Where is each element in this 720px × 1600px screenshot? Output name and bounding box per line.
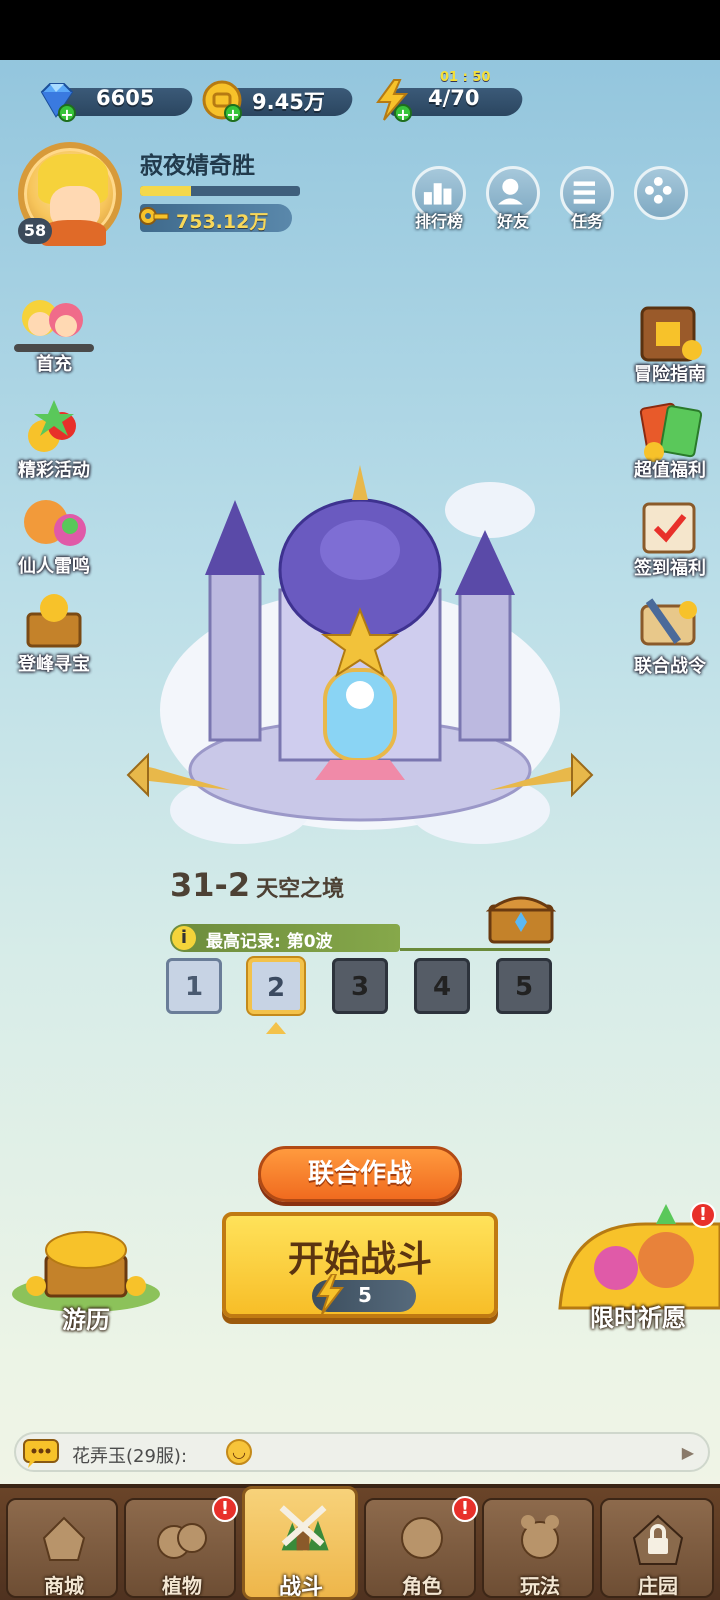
nav-shop-label: 商城	[44, 1574, 84, 1598]
adventure-guide-label: 冒险指南	[634, 364, 706, 385]
nav-manor-label: 庄园	[638, 1574, 678, 1598]
next-stage-arrow[interactable]	[560, 760, 594, 810]
battle-pass-button[interactable]: 联合战令	[620, 592, 720, 688]
bottom-navigation: 商城 植物 ! 战斗 角色 ! 玩法 庄园	[0, 1484, 720, 1600]
gold-counter[interactable]: + 9.45万	[200, 80, 360, 124]
limited-wish-button[interactable]: 限时祈愿 !	[556, 1202, 720, 1334]
thunder-immortal-button[interactable]: 仙人雷鸣	[4, 492, 104, 588]
combat-power-value: 753.12万	[176, 211, 269, 233]
nav-manor[interactable]: 庄园	[600, 1498, 714, 1598]
best-record-text: 最高记录: 第0波	[206, 932, 333, 952]
energy-counter[interactable]: + 4/70	[370, 79, 530, 124]
nav-plants-label: 植物	[162, 1574, 202, 1598]
tasks-label: 任务	[570, 212, 603, 231]
best-record: i 最高记录: 第0波	[170, 924, 400, 952]
wave-button-1[interactable]: 1	[166, 958, 222, 1014]
stage-name: 天空之境	[256, 877, 345, 902]
gems-value: 6605	[96, 86, 155, 110]
character-icon	[401, 1517, 443, 1559]
wave-button-4[interactable]: 4	[414, 958, 470, 1014]
treasure-hunt-button[interactable]: 登峰寻宝	[4, 590, 104, 686]
start-battle-label: 开始战斗	[287, 1239, 432, 1280]
friends-label: 好友	[496, 212, 529, 231]
thunder-immortal-label: 仙人雷鸣	[18, 556, 90, 577]
add-gold-icon[interactable]: +	[224, 104, 242, 124]
previous-stage-arrow[interactable]	[124, 760, 158, 810]
travel-button[interactable]: 游历	[6, 1216, 166, 1334]
tasks-button[interactable]: 任务	[560, 166, 614, 231]
stage-title: 31-2 天空之境	[170, 866, 344, 904]
nav-characters-label: 角色	[402, 1574, 442, 1598]
menu-icon	[634, 166, 688, 220]
current-wave-indicator	[266, 1022, 286, 1034]
first-recharge-label: 首充	[36, 354, 72, 375]
plants-icon	[157, 1523, 207, 1559]
start-battle-cost: 5	[312, 1274, 416, 1314]
battle-pass-label: 联合战令	[634, 656, 706, 677]
wave-button-5[interactable]: 5	[496, 958, 552, 1014]
value-welfare-button[interactable]: 超值福利	[620, 396, 720, 492]
nav-gameplay[interactable]: 玩法	[482, 1498, 594, 1598]
energy-value: 4/70	[428, 86, 480, 110]
info-icon[interactable]: i	[172, 926, 196, 950]
nav-characters[interactable]: 角色 !	[364, 1496, 478, 1598]
add-gems-icon[interactable]: +	[58, 104, 76, 124]
chat-bubble-icon	[23, 1439, 59, 1468]
friends-button[interactable]: 好友	[486, 166, 540, 231]
gameplay-icon	[521, 1515, 559, 1559]
reward-chest-icon[interactable]	[486, 890, 556, 944]
wave-button-3[interactable]: 3	[332, 958, 388, 1014]
value-welfare-label: 超值福利	[634, 460, 706, 481]
start-battle-button[interactable]: 开始战斗 5	[222, 1212, 498, 1318]
smile-emoji-icon: ◡	[226, 1439, 252, 1465]
alert-badge: !	[690, 1202, 716, 1228]
stage-number: 31-2	[170, 866, 251, 904]
gold-value: 9.45万	[252, 90, 325, 114]
leaderboard-label: 排行榜	[414, 212, 463, 231]
adventure-guide-button[interactable]: 冒险指南	[620, 300, 720, 396]
more-menu-button[interactable]	[634, 166, 688, 220]
events-button[interactable]: 精彩活动	[4, 396, 104, 492]
start-battle-cost-value: 5	[358, 1283, 372, 1307]
checkin-welfare-button[interactable]: 签到福利	[620, 494, 720, 590]
gems-counter[interactable]: + 6605	[34, 82, 195, 124]
xp-bar	[140, 186, 300, 196]
travel-label: 游历	[62, 1306, 110, 1334]
shop-icon	[42, 1516, 86, 1561]
nav-gameplay-label: 玩法	[520, 1574, 560, 1598]
chat-message: 花弄玉(29服):	[72, 1446, 188, 1467]
treasure-hunt-label: 登峰寻宝	[18, 654, 90, 675]
stage-progress-line	[400, 948, 550, 951]
coop-battle-button[interactable]: 联合作战	[258, 1146, 462, 1202]
limited-wish-label: 限时祈愿	[590, 1304, 686, 1332]
nav-battle-label: 战斗	[278, 1575, 323, 1600]
checkin-welfare-label: 签到福利	[634, 558, 706, 579]
chat-bar[interactable]: 花弄玉(29服): ◡ ▶	[14, 1432, 710, 1472]
nav-battle[interactable]: 战斗	[242, 1486, 358, 1600]
windmill-icon	[279, 1505, 329, 1551]
chat-expand-icon[interactable]: ▶	[682, 1443, 694, 1462]
player-name: 寂夜婧奇胜	[140, 153, 255, 179]
alert-badge: !	[452, 1496, 478, 1522]
add-energy-icon[interactable]: +	[394, 104, 412, 124]
leaderboard-button[interactable]: 排行榜	[412, 166, 466, 231]
xp-bar-fill	[140, 186, 192, 196]
player-level-badge: 58	[18, 218, 52, 244]
lock-icon	[632, 1514, 684, 1565]
status-bar	[0, 0, 720, 60]
wave-button-2[interactable]: 2	[248, 958, 304, 1014]
nav-shop[interactable]: 商城	[6, 1498, 118, 1598]
combat-power: 753.12万	[139, 204, 292, 233]
key-icon	[139, 207, 169, 225]
first-recharge-button[interactable]: 首充	[4, 290, 104, 386]
sky-castle-stage-art	[126, 465, 594, 844]
nav-plants[interactable]: 植物 !	[124, 1496, 238, 1598]
events-label: 精彩活动	[18, 460, 90, 481]
lightning-icon	[316, 1274, 344, 1314]
alert-badge: !	[212, 1496, 238, 1522]
